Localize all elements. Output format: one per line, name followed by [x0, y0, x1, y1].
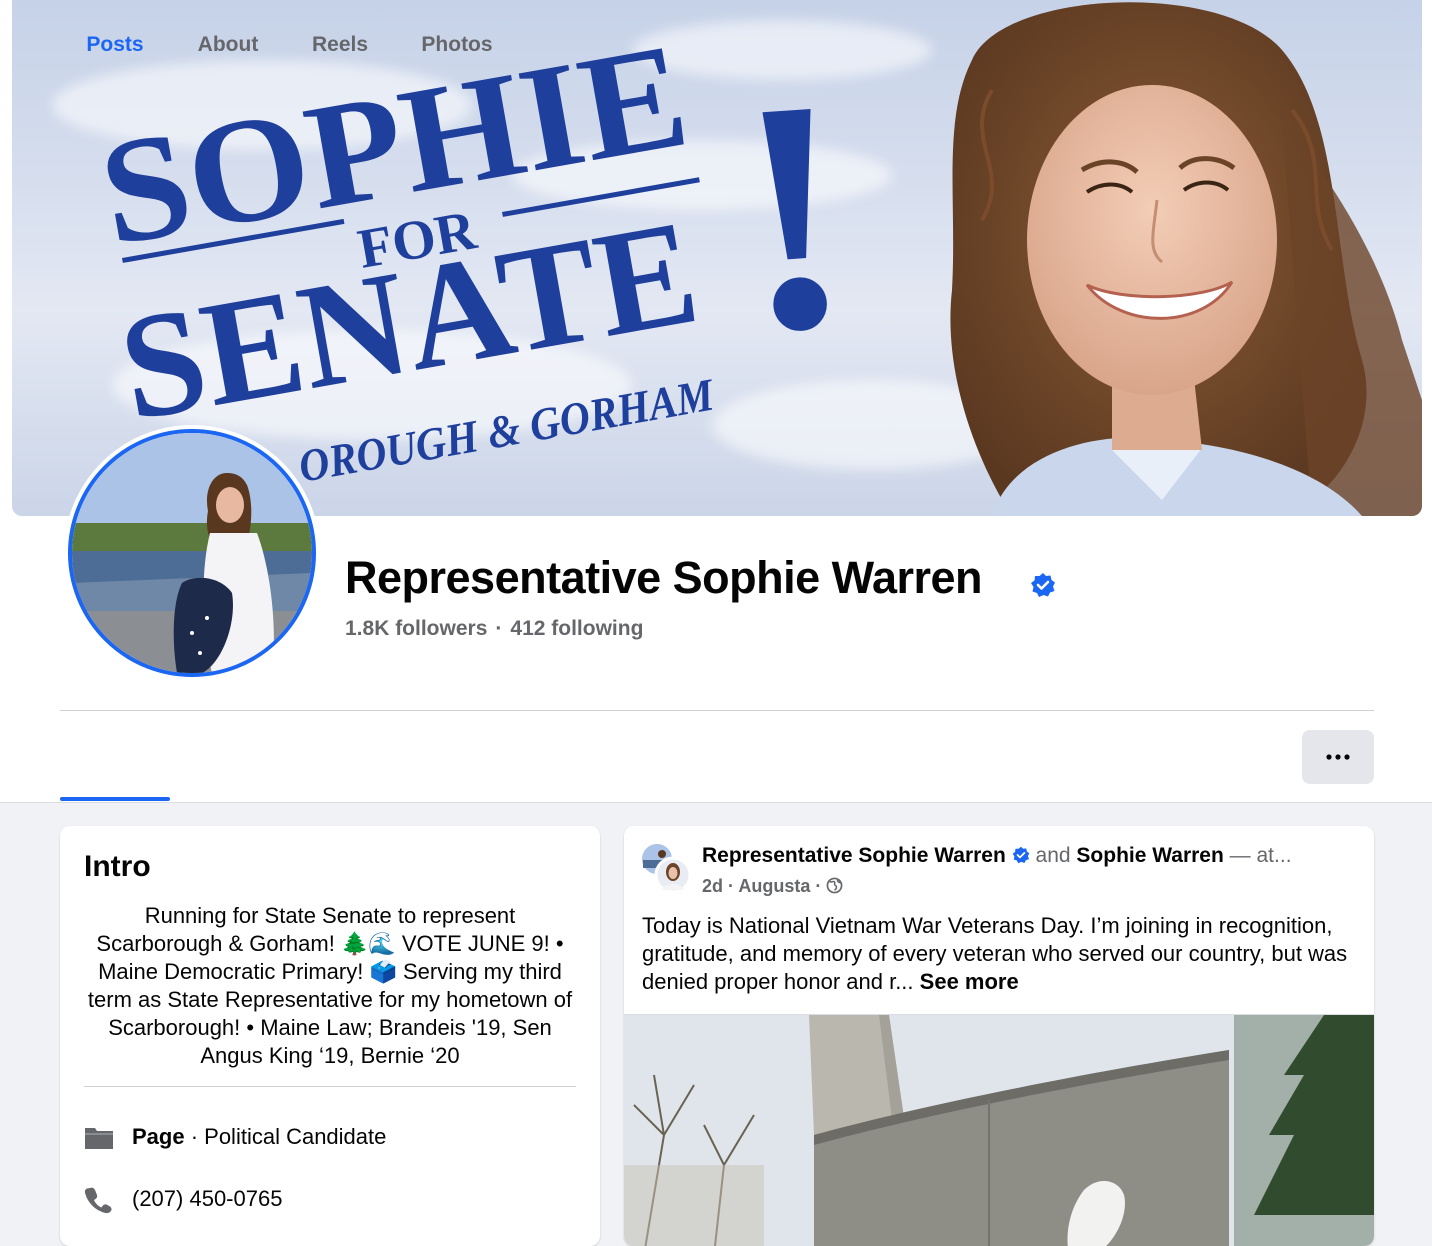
see-more-link[interactable]: See more	[920, 969, 1019, 994]
more-options-button[interactable]	[1302, 730, 1374, 784]
page-title: Representative Sophie Warren	[345, 552, 983, 603]
page-flag-icon	[85, 1128, 113, 1149]
verified-badge-icon	[1031, 573, 1055, 597]
intro-card: Intro Running for State Senate to repres…	[60, 826, 600, 1246]
tab-about[interactable]: About	[180, 0, 276, 90]
cover-portrait-photo	[950, 2, 1422, 516]
follow-stats: 1.8K followers · 412 following	[345, 617, 643, 641]
post-location[interactable]: Augusta	[738, 876, 810, 896]
globe-icon[interactable]	[826, 877, 843, 894]
phone-icon	[84, 1187, 112, 1214]
post-header: Representative Sophie Warren and Sophie …	[702, 844, 1362, 868]
tab-photos[interactable]: Photos	[404, 0, 510, 90]
intro-category: · Political Candidate	[184, 1124, 387, 1149]
post-body: Today is National Vietnam War Veterans D…	[642, 912, 1358, 996]
intro-phone[interactable]: (207) 450-0765	[132, 1186, 282, 1212]
intro-divider	[84, 1086, 576, 1087]
post-image[interactable]	[624, 1014, 1374, 1246]
intro-category-type: Page	[132, 1124, 185, 1149]
followers-count[interactable]: 1.8K followers	[345, 617, 487, 640]
post-meta: 2d · Augusta ·	[702, 876, 843, 897]
logo-exclaim: !	[727, 30, 862, 402]
active-tab-indicator	[60, 797, 170, 801]
intro-bio: Running for State Senate to represent Sc…	[87, 903, 573, 1068]
post-and-text: and	[1035, 844, 1071, 867]
post-location-trailing[interactable]: — at...	[1230, 844, 1292, 867]
post-timestamp[interactable]: 2d	[702, 876, 723, 896]
following-count[interactable]: 412 following	[510, 617, 643, 640]
intro-title: Intro	[84, 850, 151, 883]
avatar	[640, 842, 692, 894]
post-author-avatars[interactable]	[640, 842, 692, 894]
post-card: Representative Sophie Warren and Sophie …	[624, 826, 1374, 1246]
ellipsis-icon	[1326, 754, 1350, 760]
profile-picture[interactable]	[64, 425, 320, 681]
post-coauthor[interactable]: Sophie Warren	[1076, 844, 1223, 867]
profile-photo	[72, 433, 312, 673]
tab-reels[interactable]: Reels	[296, 0, 384, 90]
header-divider	[60, 710, 1374, 711]
stats-separator: ·	[495, 617, 503, 640]
post-author[interactable]: Representative Sophie Warren	[702, 844, 1006, 867]
tab-posts[interactable]: Posts	[60, 0, 170, 90]
profile-header: SOPHIE FOR SENATE ! OROUGH & GORHAM Repr…	[0, 0, 1432, 803]
verified-badge-icon	[1012, 846, 1029, 864]
